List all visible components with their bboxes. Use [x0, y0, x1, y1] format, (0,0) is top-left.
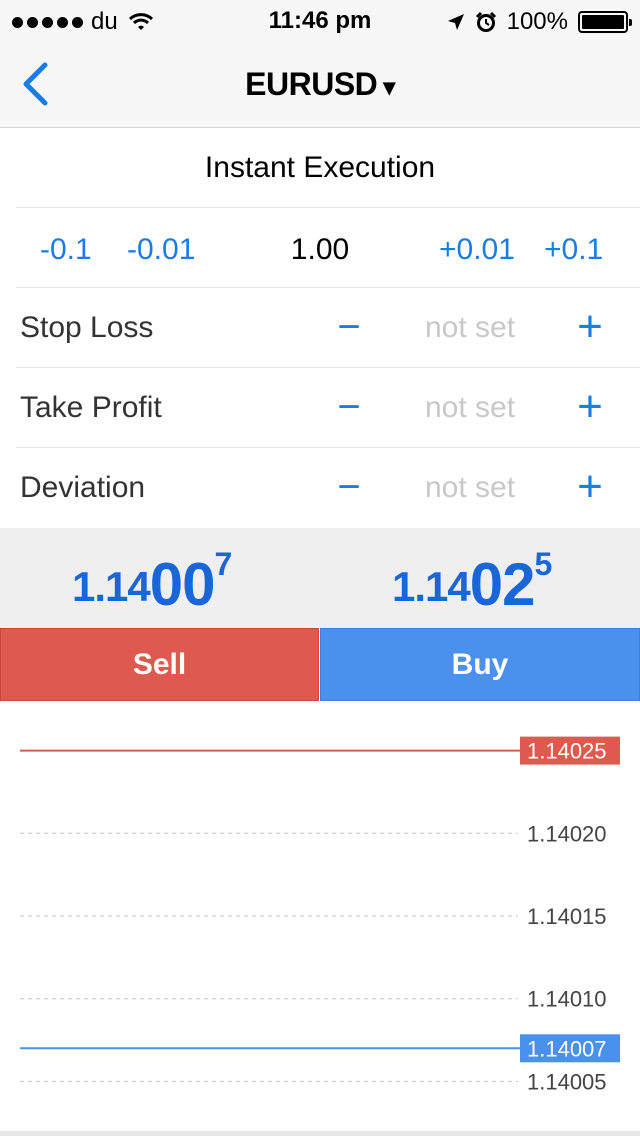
bid-price-pips: 00	[149, 551, 216, 618]
volume-increase-large-button[interactable]: +0.1	[544, 208, 603, 288]
ask-price-pips: 02	[469, 551, 536, 618]
bid-price: 1.14007	[72, 546, 233, 618]
alarm-clock-icon	[475, 11, 496, 32]
location-arrow-icon	[447, 14, 464, 30]
bottom-edge	[0, 1131, 640, 1136]
ask-price-label: 1.14025	[527, 739, 607, 764]
status-bar: du 11:46 pm 100%	[0, 0, 640, 40]
deviation-row: Deviation − not set +	[0, 448, 640, 528]
ask-price-fraction: 5	[534, 546, 553, 582]
price-level-label: 1.14015	[527, 904, 607, 929]
ask-price: 1.14025	[392, 546, 553, 618]
stop-loss-minus-button[interactable]: −	[334, 288, 364, 368]
tick-chart-svg: 1.14020 1.14015 1.14010 1.14005 1.14025 1.140…	[20, 736, 620, 1094]
bid-price-label: 1.14007	[527, 1036, 607, 1061]
buy-button[interactable]: Buy	[320, 628, 640, 701]
volume-increase-small-button[interactable]: +0.01	[439, 208, 515, 288]
symbol-selector[interactable]: EURUSD ▾	[0, 66, 640, 103]
symbol-title: EURUSD	[245, 66, 378, 102]
stop-loss-row: Stop Loss − not set +	[0, 288, 640, 368]
ask-price-prefix: 1.14	[392, 563, 471, 610]
price-level-label: 1.14010	[527, 987, 607, 1012]
deviation-plus-button[interactable]: +	[570, 448, 610, 528]
execution-mode-selector[interactable]: Instant Execution	[0, 128, 640, 208]
price-quotes: 1.14007 1.14025	[0, 528, 640, 628]
price-level-label: 1.14020	[527, 821, 607, 846]
take-profit-minus-button[interactable]: −	[334, 368, 364, 448]
volume-row: -0.1 -0.01 1.00 +0.01 +0.1	[0, 208, 640, 288]
battery-level	[582, 15, 624, 29]
tick-chart: 1.14020 1.14015 1.14010 1.14005 1.14025 1.140…	[0, 701, 640, 1131]
stop-loss-label: Stop Loss	[20, 311, 154, 344]
deviation-value[interactable]: not set	[400, 448, 540, 528]
stop-loss-value[interactable]: not set	[400, 288, 540, 368]
navigation-bar: EURUSD ▾	[0, 40, 640, 128]
deviation-label: Deviation	[20, 471, 146, 504]
take-profit-plus-button[interactable]: +	[570, 368, 610, 448]
status-right-group: 100%	[447, 8, 632, 36]
take-profit-label: Take Profit	[20, 391, 162, 424]
price-level-label: 1.14005	[527, 1069, 607, 1094]
stop-loss-plus-button[interactable]: +	[570, 288, 610, 368]
bid-price-fraction: 7	[214, 546, 233, 582]
battery-percent: 100%	[506, 8, 568, 35]
deviation-minus-button[interactable]: −	[334, 448, 364, 528]
bid-price-prefix: 1.14	[72, 563, 151, 610]
sell-button[interactable]: Sell	[0, 628, 319, 701]
take-profit-row: Take Profit − not set +	[0, 368, 640, 448]
take-profit-value[interactable]: not set	[400, 368, 540, 448]
battery-icon	[578, 11, 632, 33]
dropdown-caret-icon: ▾	[383, 74, 395, 101]
